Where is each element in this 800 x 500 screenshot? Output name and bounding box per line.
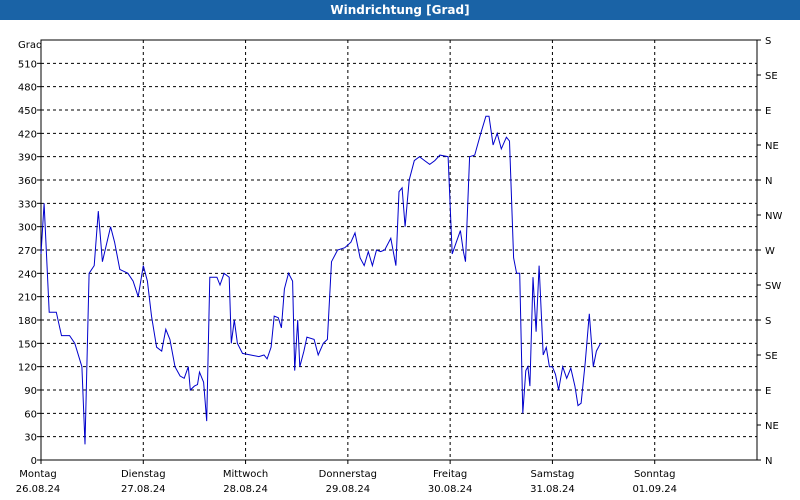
wind-direction-chart: 0 30 60 90 120 150 180 210 240 270 300 330 360 390 420… [16, 36, 783, 495]
y-tick-label: 240 [18, 269, 37, 280]
y-tick-label: 510 [18, 59, 37, 70]
y-tick-label: 180 [18, 316, 37, 327]
x-tick-weekday: Dienstag [121, 469, 166, 480]
y-tick-label: 330 [18, 199, 37, 210]
right-tick-label: SE [765, 71, 778, 82]
window-title: Windrichtung [Grad] [0, 0, 800, 20]
right-tick-label: E [765, 106, 771, 117]
x-tick-date: 26.08.24 [16, 484, 61, 495]
y-tick-label: 300 [18, 223, 37, 234]
x-tick-weekday: Montag [19, 469, 56, 480]
y-tick-label: 0 [31, 456, 37, 467]
x-tick-date: 27.08.24 [121, 484, 166, 495]
y-tick-label: 30 [24, 433, 37, 444]
right-tick-label: NE [765, 421, 779, 432]
series-line [40, 115, 601, 445]
right-tick-label: N [765, 456, 772, 467]
right-tick-label: S [765, 36, 771, 47]
right-tick-label: E [765, 386, 771, 397]
x-tick-weekday: Donnerstag [319, 469, 377, 480]
x-tick-date: 31.08.24 [530, 484, 575, 495]
y-tick-label: 210 [18, 293, 37, 304]
right-tick-label: NE [765, 141, 779, 152]
y-tick-label: 420 [18, 129, 37, 140]
y-tick-label: 150 [18, 339, 37, 350]
x-tick-weekday: Samstag [531, 469, 575, 480]
right-tick-label: W [765, 246, 775, 257]
right-tick-label: NW [765, 211, 782, 222]
x-tick-date: 30.08.24 [428, 484, 473, 495]
x-tick-date: 28.08.24 [223, 484, 268, 495]
y-tick-label: 360 [18, 176, 37, 187]
y-tick-label: 450 [18, 106, 37, 117]
y-tick-label: 480 [18, 83, 37, 94]
y-axis-label: Grad [18, 40, 42, 51]
y-tick-label: 60 [24, 409, 37, 420]
x-tick-weekday: Mittwoch [223, 469, 268, 480]
x-tick-weekday: Sonntag [634, 469, 676, 480]
right-tick-label: SW [765, 281, 781, 292]
y-tick-label: 270 [18, 246, 37, 257]
right-tick-label: SE [765, 351, 778, 362]
y-tick-label: 120 [18, 363, 37, 374]
x-tick-date: 29.08.24 [326, 484, 371, 495]
y-tick-label: 390 [18, 153, 37, 164]
x-tick-date: 01.09.24 [632, 484, 677, 495]
y-tick-label: 90 [24, 386, 37, 397]
right-tick-label: S [765, 316, 771, 327]
x-tick-weekday: Freitag [433, 469, 467, 480]
right-tick-label: N [765, 176, 772, 187]
